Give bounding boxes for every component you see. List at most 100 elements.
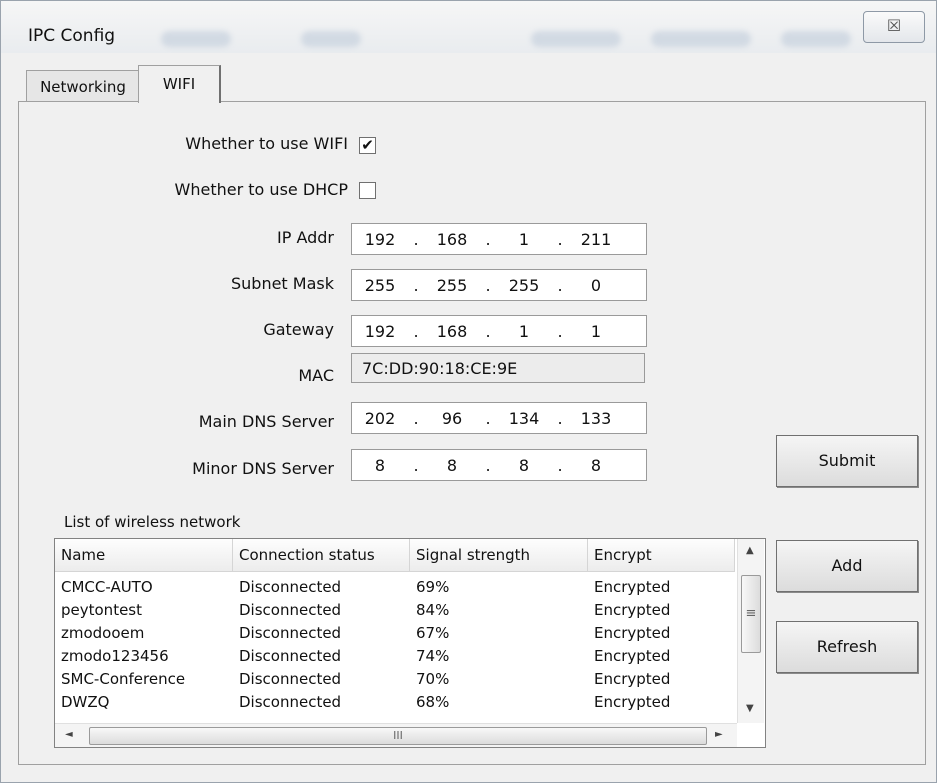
table-row[interactable]: zmodo123456 Disconnected 74% Encrypted xyxy=(55,645,735,668)
blurred-header xyxy=(781,31,851,47)
column-header-connection-status[interactable]: Connection status xyxy=(233,539,410,571)
tab-networking[interactable]: Networking xyxy=(26,70,140,102)
ip-octet: 0 xyxy=(590,275,602,295)
ip-dot: . xyxy=(413,408,419,428)
submit-button[interactable]: Submit xyxy=(776,435,918,487)
ip-octet: 192 xyxy=(364,229,396,249)
column-header-encrypt[interactable]: Encrypt xyxy=(588,539,735,571)
cell-signal: 74% xyxy=(416,647,450,665)
add-button[interactable]: Add xyxy=(776,540,918,592)
blurred-header xyxy=(531,31,621,47)
ip-octet: 1 xyxy=(590,321,602,341)
tab-networking-label: Networking xyxy=(40,78,126,96)
vertical-scrollbar[interactable]: ▲ ≡ ▼ xyxy=(737,539,764,723)
cell-status: Disconnected xyxy=(239,670,342,688)
ipc-config-window: IPC Config ☒ Networking WIFI Whether to … xyxy=(0,0,937,783)
close-button[interactable]: ☒ xyxy=(863,11,925,43)
ip-dot: . xyxy=(485,455,491,475)
scroll-left-icon[interactable]: ◄ xyxy=(65,729,73,740)
scroll-down-icon[interactable]: ▼ xyxy=(746,703,754,714)
cell-signal: 69% xyxy=(416,578,450,596)
minor-dns-label: Minor DNS Server xyxy=(192,459,334,478)
ip-dot: . xyxy=(557,321,563,341)
scroll-up-icon[interactable]: ▲ xyxy=(746,545,754,556)
use-wifi-label: Whether to use WIFI xyxy=(185,134,348,153)
ip-dot: . xyxy=(557,408,563,428)
ip-octet: 192 xyxy=(364,321,396,341)
ip-dot: . xyxy=(413,275,419,295)
ip-octet: 168 xyxy=(436,321,468,341)
cell-encrypt: Encrypted xyxy=(594,624,671,642)
ip-octet: 1 xyxy=(518,321,530,341)
ip-octet: 8 xyxy=(446,455,458,475)
subnet-mask-label: Subnet Mask xyxy=(230,274,334,293)
cell-signal: 67% xyxy=(416,624,450,642)
cell-status: Disconnected xyxy=(239,647,342,665)
ip-octet: 8 xyxy=(518,455,530,475)
cell-encrypt: Encrypted xyxy=(594,647,671,665)
tab-wifi-label: WIFI xyxy=(162,75,196,93)
blurred-header xyxy=(161,31,231,47)
window-title: IPC Config xyxy=(28,26,116,46)
blurred-header xyxy=(651,31,751,47)
scroll-right-icon[interactable]: ► xyxy=(715,729,723,740)
cell-status: Disconnected xyxy=(239,601,342,619)
mac-field: 7C:DD:90:18:CE:9E xyxy=(351,353,645,383)
table-row[interactable]: peytontest Disconnected 84% Encrypted xyxy=(55,599,735,622)
ip-octet: 168 xyxy=(436,229,468,249)
refresh-button[interactable]: Refresh xyxy=(776,621,918,673)
minor-dns-field[interactable]: 8 . 8 . 8 . 8 xyxy=(351,449,647,481)
vertical-scroll-thumb[interactable]: ≡ xyxy=(741,575,761,653)
ip-dot: . xyxy=(557,275,563,295)
cell-status: Disconnected xyxy=(239,624,342,642)
main-dns-field[interactable]: 202 . 96 . 134 . 133 xyxy=(351,402,647,434)
wireless-list-title: List of wireless network xyxy=(64,513,241,531)
ip-dot: . xyxy=(485,321,491,341)
cell-name: peytontest xyxy=(61,601,142,619)
use-wifi-checkbox[interactable]: ✔ xyxy=(359,137,376,154)
column-header-name[interactable]: Name xyxy=(55,539,233,571)
main-dns-label: Main DNS Server xyxy=(198,412,334,431)
cell-name: zmodooem xyxy=(61,624,145,642)
gateway-field[interactable]: 192 . 168 . 1 . 1 xyxy=(351,315,647,347)
table-row[interactable]: CMCC-AUTO Disconnected 69% Encrypted xyxy=(55,576,735,599)
cell-signal: 68% xyxy=(416,693,450,711)
horizontal-scrollbar[interactable]: ◄ III ► xyxy=(55,723,737,747)
cell-name: CMCC-AUTO xyxy=(61,578,153,596)
ip-dot: . xyxy=(485,275,491,295)
table-row[interactable]: DWZQ Disconnected 68% Encrypted xyxy=(55,691,735,714)
subnet-mask-field[interactable]: 255 . 255 . 255 . 0 xyxy=(351,269,647,301)
ip-dot: . xyxy=(413,229,419,249)
column-header-signal-strength[interactable]: Signal strength xyxy=(410,539,588,571)
ip-octet: 96 xyxy=(441,408,463,428)
cell-signal: 84% xyxy=(416,601,450,619)
ip-octet: 133 xyxy=(580,408,612,428)
horizontal-scroll-thumb[interactable]: III xyxy=(89,727,707,745)
tab-wifi[interactable]: WIFI xyxy=(138,65,221,103)
ip-octet: 8 xyxy=(374,455,386,475)
cell-encrypt: Encrypted xyxy=(594,601,671,619)
ip-dot: . xyxy=(413,455,419,475)
ip-octet: 134 xyxy=(508,408,540,428)
ip-octet: 202 xyxy=(364,408,396,428)
table-row[interactable]: zmodooem Disconnected 67% Encrypted xyxy=(55,622,735,645)
ip-addr-label: IP Addr xyxy=(276,228,334,247)
ip-octet: 255 xyxy=(436,275,468,295)
cell-name: SMC-Conference xyxy=(61,670,186,688)
gateway-label: Gateway xyxy=(263,320,334,339)
list-header: Name Connection status Signal strength E… xyxy=(55,539,735,572)
cell-status: Disconnected xyxy=(239,578,342,596)
cell-name: zmodo123456 xyxy=(61,647,169,665)
cell-encrypt: Encrypted xyxy=(594,578,671,596)
cell-status: Disconnected xyxy=(239,693,342,711)
ip-dot: . xyxy=(485,408,491,428)
table-row[interactable]: SMC-Conference Disconnected 70% Encrypte… xyxy=(55,668,735,691)
ip-octet: 1 xyxy=(518,229,530,249)
ip-addr-field[interactable]: 192 . 168 . 1 . 211 xyxy=(351,223,647,255)
use-dhcp-checkbox[interactable] xyxy=(359,182,376,199)
ip-octet: 211 xyxy=(580,229,612,249)
ip-octet: 255 xyxy=(508,275,540,295)
cell-signal: 70% xyxy=(416,670,450,688)
ip-dot: . xyxy=(557,229,563,249)
wireless-network-list[interactable]: Name Connection status Signal strength E… xyxy=(54,538,766,748)
